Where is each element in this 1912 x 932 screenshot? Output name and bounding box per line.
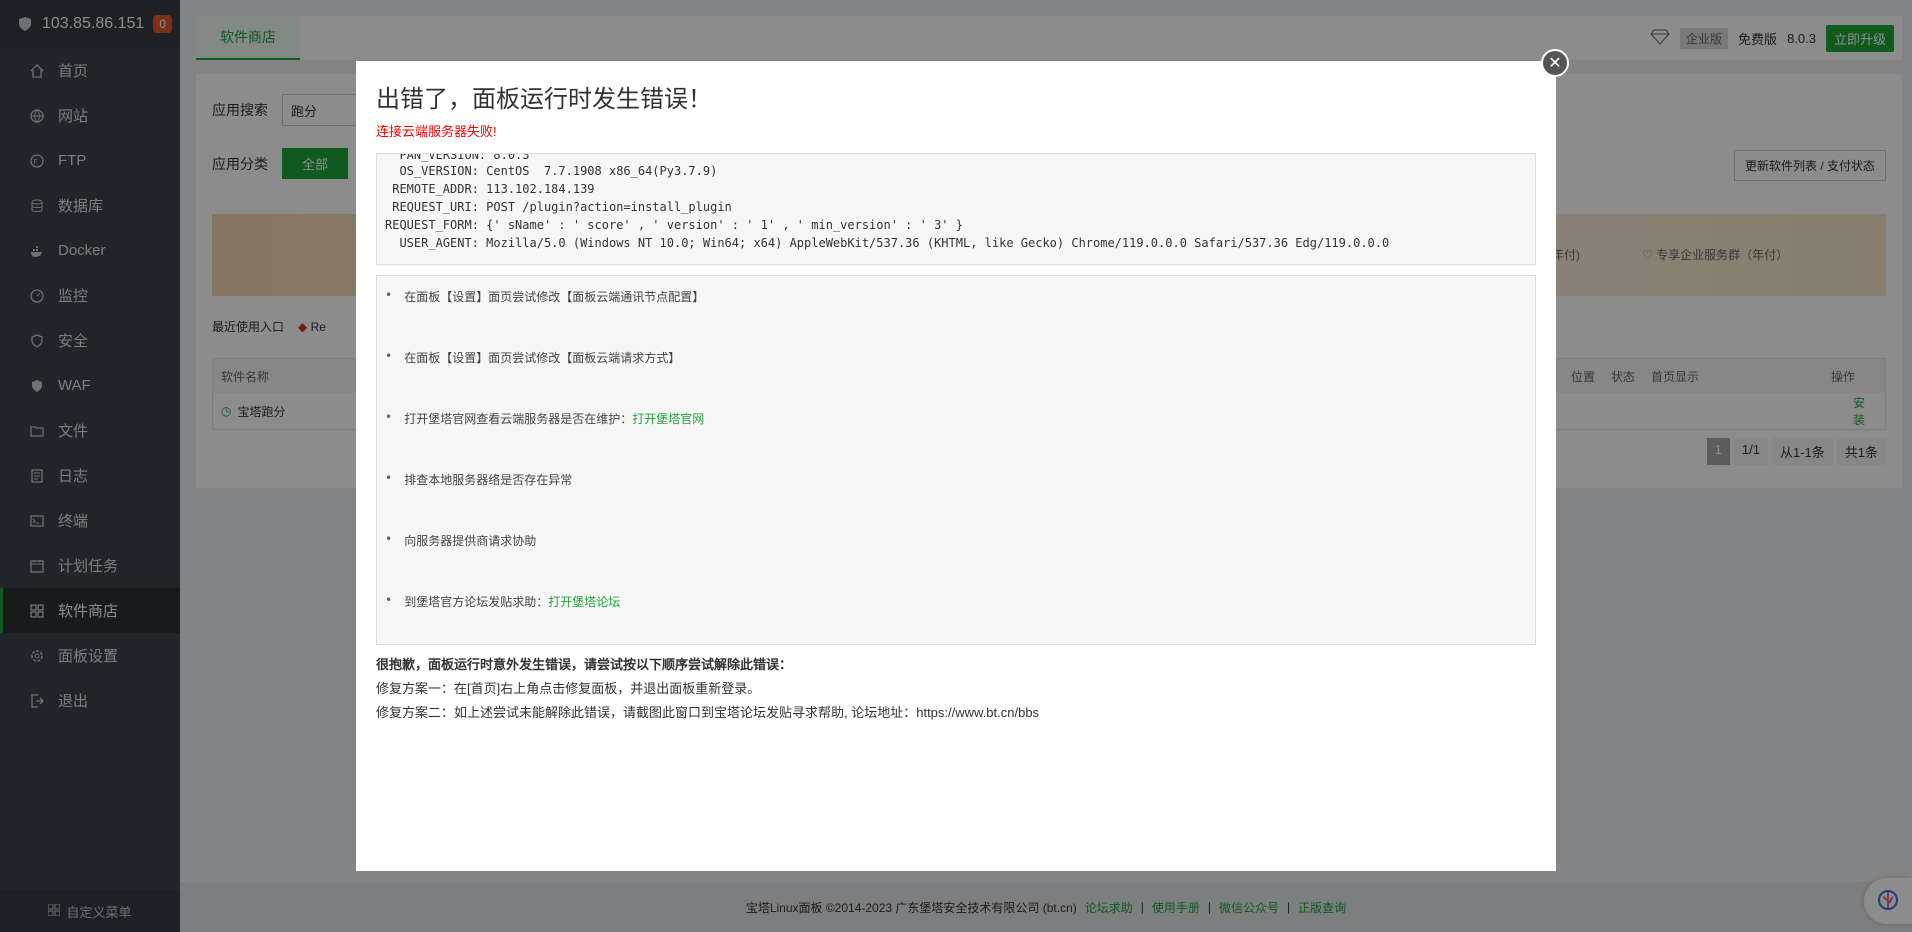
env-line: PAN_VERSION: 8.0.3: [385, 153, 530, 162]
list-item: 在面板【设置】面页尝试修改【面板云端请求方式】: [385, 347, 1535, 408]
close-dialog-button[interactable]: ✕: [1541, 49, 1569, 77]
suggestion-text: 排查本地服务器络是否存在异常: [404, 473, 573, 487]
tip-solution-2: 修复方案二：如上述尝试未能解除此错误，请截图此窗口到宝塔论坛发贴寻求帮助, 论坛…: [376, 705, 1040, 720]
env-line: REMOTE_ADDR: 113.102.184.139: [385, 182, 595, 196]
env-line: REQUEST_FORM: {' sName' : ' score' , ' v…: [385, 218, 963, 232]
suggestion-text: 向服务器提供商请求协助: [404, 534, 537, 548]
error-dialog: 出错了，面板运行时发生错误！ 连接云端服务器失败! PAN_VERSION: 8…: [356, 61, 1556, 871]
env-line: OS_VERSION: CentOS 7.7.1908 x86_64(Py3.7…: [385, 164, 718, 178]
open-bt-forum-link[interactable]: 打开堡塔论坛: [548, 593, 620, 610]
close-icon: ✕: [1548, 55, 1562, 72]
tip-heading: 很抱歉，面板运行时意外发生错误，请尝试按以下顺序尝试解除此错误：: [376, 657, 793, 672]
suggestion-text: 到堡塔官方论坛发贴求助：: [404, 595, 549, 609]
env-line: REQUEST_URI: POST /plugin?action=install…: [385, 200, 732, 214]
suggestion-text: 在面板【设置】面页尝试修改【面板云端通讯节点配置】: [404, 290, 705, 304]
list-item: 打开堡塔官网查看云端服务器是否在维护：打开堡塔官网: [385, 408, 1535, 469]
suggestion-list-box[interactable]: 在面板【设置】面页尝试修改【面板云端通讯节点配置】 在面板【设置】面页尝试修改【…: [376, 275, 1536, 645]
env-info-box[interactable]: PAN_VERSION: 8.0.3 OS_VERSION: CentOS 7.…: [376, 153, 1536, 265]
list-item: 在面板【设置】面页尝试修改【面板云端通讯节点配置】: [385, 286, 1535, 347]
tip-solution-1: 修复方案一：在[首页]右上角点击修复面板，并退出面板重新登录。: [376, 681, 761, 696]
env-line: USER_AGENT: Mozilla/5.0 (Windows NT 10.0…: [385, 236, 1390, 250]
open-bt-website-link[interactable]: 打开堡塔官网: [632, 410, 704, 427]
dialog-subtitle: 连接云端服务器失败!: [376, 124, 497, 139]
suggestion-list: 在面板【设置】面页尝试修改【面板云端通讯节点配置】 在面板【设置】面页尝试修改【…: [377, 276, 1535, 644]
list-item: 排查本地服务器络是否存在异常: [385, 469, 1535, 530]
dialog-title: 出错了，面板运行时发生错误！: [376, 86, 712, 113]
list-item: 向服务器提供商请求协助: [385, 530, 1535, 591]
repair-tips: 很抱歉，面板运行时意外发生错误，请尝试按以下顺序尝试解除此错误： 修复方案一：在…: [376, 653, 1039, 725]
suggestion-text: 在面板【设置】面页尝试修改【面板云端请求方式】: [404, 351, 681, 365]
suggestion-text: 打开堡塔官网查看云端服务器是否在维护：: [404, 412, 633, 426]
list-item: 到堡塔官方论坛发贴求助：打开堡塔论坛: [385, 591, 1535, 644]
